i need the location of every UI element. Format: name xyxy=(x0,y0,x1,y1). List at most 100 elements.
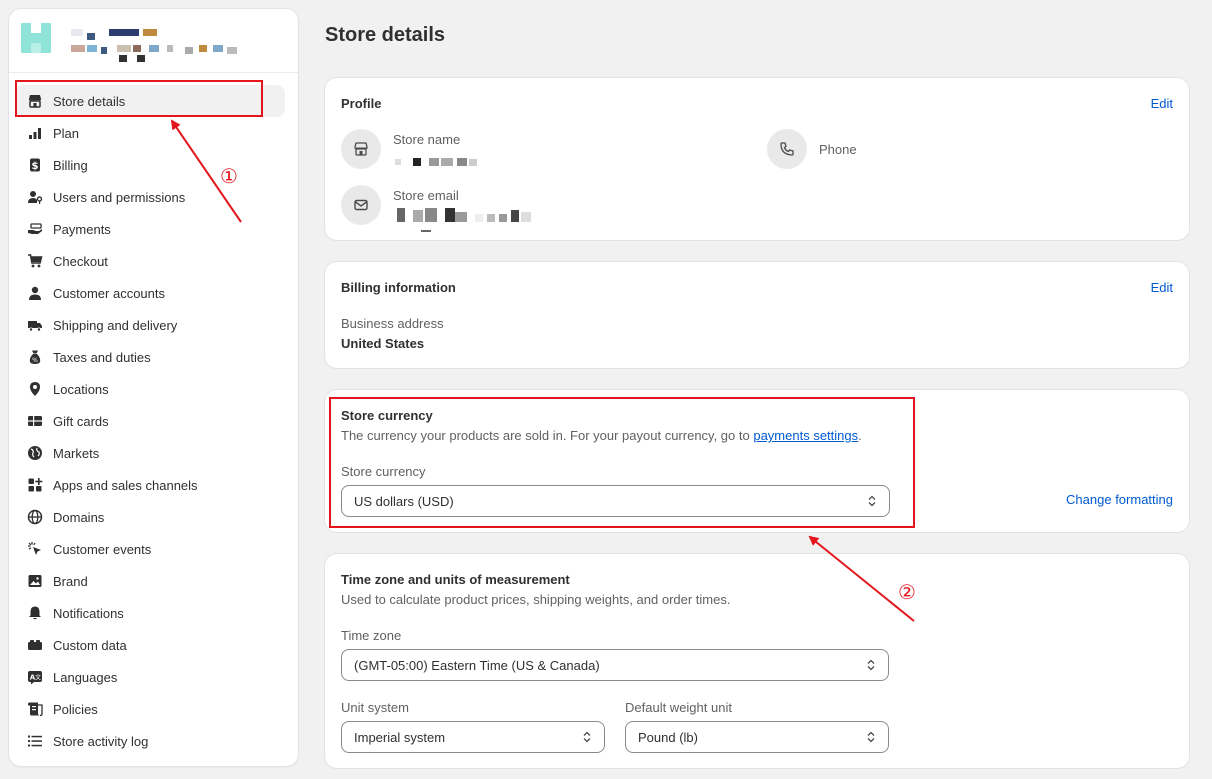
store-header[interactable] xyxy=(9,9,298,73)
store-logo xyxy=(21,23,59,61)
envelope-icon xyxy=(341,185,381,225)
default-weight-unit-label: Default weight unit xyxy=(625,700,732,715)
timezone-title: Time zone and units of measurement xyxy=(341,572,570,587)
sidebar-item-label: Customer accounts xyxy=(53,285,165,301)
svg-text:%: % xyxy=(32,357,38,364)
store-currency-selected-value: US dollars (USD) xyxy=(354,493,454,509)
sidebar-item-label: Custom data xyxy=(53,637,127,653)
annotation-number-two: ② xyxy=(898,580,916,604)
sidebar-item-users-and-permissions[interactable]: Users and permissions xyxy=(15,181,285,213)
profile-edit-link[interactable]: Edit xyxy=(1151,96,1173,111)
sidebar-item-store-activity-log[interactable]: Store activity log xyxy=(15,725,285,757)
timezone-select[interactable]: (GMT-05:00) Eastern Time (US & Canada) xyxy=(341,649,889,681)
sidebar-item-notifications[interactable]: Notifications xyxy=(15,597,285,629)
sidebar-item-domains[interactable]: Domains xyxy=(15,501,285,533)
policy-icon xyxy=(27,701,43,717)
sidebar-item-label: Brand xyxy=(53,573,88,589)
page-title: Store details xyxy=(325,24,446,46)
store-currency-card: Store currency The currency your product… xyxy=(325,390,1189,532)
user-key-icon xyxy=(27,189,43,205)
bell-icon xyxy=(27,605,43,621)
sidebar-item-store-details[interactable]: Store details xyxy=(15,85,285,117)
globe-icon xyxy=(27,445,43,461)
person-icon xyxy=(27,285,43,301)
unit-system-select[interactable]: Imperial system xyxy=(341,721,605,753)
store-name-label: Store name xyxy=(393,132,461,147)
unit-system-selected-value: Imperial system xyxy=(354,729,446,745)
currency-desc-suffix: . xyxy=(858,428,862,443)
timezone-units-card: Time zone and units of measurement Used … xyxy=(325,554,1189,768)
svg-text:文: 文 xyxy=(35,674,41,682)
sidebar-item-label: Policies xyxy=(53,701,98,717)
custom-data-icon xyxy=(27,637,43,653)
sidebar-item-label: Gift cards xyxy=(53,413,109,429)
sidebar-item-label: Store details xyxy=(53,93,126,109)
billing-title: Billing information xyxy=(341,280,456,295)
sidebar-item-locations[interactable]: Locations xyxy=(15,373,285,405)
sidebar-item-label: Checkout xyxy=(53,253,108,269)
truck-icon xyxy=(27,317,43,333)
default-weight-unit-select[interactable]: Pound (lb) xyxy=(625,721,889,753)
store-currency-description: The currency your products are sold in. … xyxy=(341,428,862,443)
sidebar-item-languages[interactable]: A文 Languages xyxy=(15,661,285,693)
change-formatting-link[interactable]: Change formatting xyxy=(1066,492,1173,507)
store-name-store-icon xyxy=(341,129,381,169)
sidebar-item-label: Plan xyxy=(53,125,80,141)
svg-text:$: $ xyxy=(32,161,39,172)
sidebar-item-markets[interactable]: Markets xyxy=(15,437,285,469)
sidebar-item-label: Locations xyxy=(53,381,109,397)
business-address-value: United States xyxy=(341,336,425,351)
sidebar-item-plan[interactable]: Plan xyxy=(15,117,285,149)
language-icon: A文 xyxy=(27,669,43,685)
hand-money-icon xyxy=(27,221,43,237)
store-currency-select[interactable]: US dollars (USD) xyxy=(341,485,890,517)
settings-sidebar: Store details Plan $ Billing Users and p… xyxy=(9,9,298,766)
apps-icon xyxy=(27,477,43,493)
sidebar-item-billing[interactable]: $ Billing xyxy=(15,149,285,181)
gift-card-icon xyxy=(27,413,43,429)
sidebar-item-gift-cards[interactable]: Gift cards xyxy=(15,405,285,437)
sidebar-item-label: Taxes and duties xyxy=(53,349,151,365)
sidebar-item-label: Apps and sales channels xyxy=(53,477,198,493)
sidebar-item-custom-data[interactable]: Custom data xyxy=(15,629,285,661)
phone-label: Phone xyxy=(819,142,857,157)
profile-card: Profile Edit Store name Store email Phon… xyxy=(325,78,1189,240)
sidebar-item-shipping-and-delivery[interactable]: Shipping and delivery xyxy=(15,309,285,341)
timezone-selected-value: (GMT-05:00) Eastern Time (US & Canada) xyxy=(354,657,600,673)
sidebar-item-brand[interactable]: Brand xyxy=(15,565,285,597)
location-pin-icon xyxy=(27,381,43,397)
sidebar-item-label: Billing xyxy=(53,157,88,173)
sidebar-item-label: Users and permissions xyxy=(53,189,186,205)
sidebar-item-policies[interactable]: Policies xyxy=(15,693,285,725)
weight-unit-selected-value: Pound (lb) xyxy=(638,729,698,745)
sidebar-item-checkout[interactable]: Checkout xyxy=(15,245,285,277)
cart-icon xyxy=(27,253,43,269)
sidebar-item-label: Customer events xyxy=(53,541,152,557)
sidebar-item-label: Markets xyxy=(53,445,100,461)
phone-icon xyxy=(767,129,807,169)
store-currency-title: Store currency xyxy=(341,408,433,423)
annotation-number-one: ① xyxy=(220,164,238,188)
sidebar-item-apps-and-sales-channels[interactable]: Apps and sales channels xyxy=(15,469,285,501)
sidebar-item-customer-events[interactable]: Customer events xyxy=(15,533,285,565)
settings-nav: Store details Plan $ Billing Users and p… xyxy=(15,85,285,757)
sidebar-item-label: Payments xyxy=(53,221,111,237)
billing-information-card: Billing information Edit Business addres… xyxy=(325,262,1189,368)
sidebar-item-customer-accounts[interactable]: Customer accounts xyxy=(15,277,285,309)
sidebar-item-label: Languages xyxy=(53,669,118,685)
select-chevron-icon xyxy=(867,731,875,743)
sidebar-item-payments[interactable]: Payments xyxy=(15,213,285,245)
payments-settings-link[interactable]: payments settings xyxy=(753,428,858,443)
sidebar-item-taxes-and-duties[interactable]: % Taxes and duties xyxy=(15,341,285,373)
store-email-label: Store email xyxy=(393,188,459,203)
store-icon xyxy=(27,93,43,109)
sidebar-item-label: Notifications xyxy=(53,605,124,621)
business-address-label: Business address xyxy=(341,316,444,331)
billing-edit-link[interactable]: Edit xyxy=(1151,280,1173,295)
select-chevron-icon xyxy=(868,495,876,507)
plan-chart-icon xyxy=(27,125,43,141)
cursor-click-icon xyxy=(27,541,43,557)
tax-bag-icon: % xyxy=(27,349,43,365)
store-currency-field-label: Store currency xyxy=(341,464,426,479)
currency-desc-text: The currency your products are sold in. … xyxy=(341,428,754,443)
